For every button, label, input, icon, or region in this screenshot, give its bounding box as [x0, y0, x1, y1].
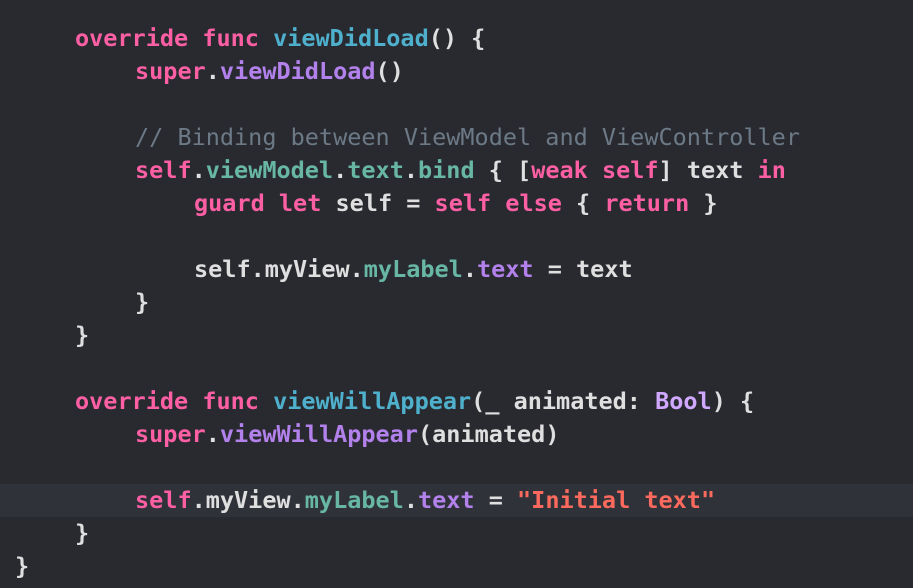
line-content: super.viewWillAppear(animated): [135, 418, 559, 451]
code-token-plain: }: [75, 519, 90, 547]
code-token-plain: .: [205, 420, 220, 448]
code-line-5[interactable]: self.viewModel.text.bind { [weak self] t…: [0, 154, 913, 187]
code-token-plain: () {: [428, 24, 486, 52]
line-content: override func viewDidLoad() {: [75, 22, 485, 55]
line-content: guard let self = self else { return }: [194, 187, 718, 220]
code-token-prop: myLabel: [363, 255, 463, 283]
code-token-prop: viewModel: [205, 156, 334, 184]
code-token-plain: }: [15, 552, 30, 580]
code-token-mem: viewDidLoad: [219, 57, 376, 85]
code-token-kw: override: [75, 24, 189, 52]
code-line-11[interactable]: [0, 352, 913, 385]
code-token-kw: super: [135, 420, 206, 448]
code-token-mem: text: [417, 486, 475, 514]
code-line-9[interactable]: }: [0, 286, 913, 319]
line-content: }: [15, 550, 29, 583]
code-token-kw: func: [202, 24, 259, 52]
code-token-plain: .: [403, 486, 418, 514]
code-line-4[interactable]: // Binding between ViewModel and ViewCon…: [0, 121, 913, 154]
code-token-kw: guard: [194, 189, 265, 217]
line-content: // Binding between ViewModel and ViewCon…: [135, 121, 800, 154]
code-token-prop: myLabel: [304, 486, 404, 514]
code-token-prop: text: [347, 156, 404, 184]
line-content: }: [75, 319, 89, 352]
code-token-kw: override: [75, 387, 189, 415]
code-token-plain: = text: [533, 255, 633, 283]
code-line-14[interactable]: [0, 451, 913, 484]
line-content: }: [75, 517, 89, 550]
code-line-1[interactable]: override func viewDidLoad() {: [0, 22, 913, 55]
code-token-plain: }: [75, 321, 90, 349]
code-token-kw: self: [135, 486, 192, 514]
code-token-str: "Initial text": [517, 486, 716, 514]
code-token-plain: .myView.: [191, 486, 305, 514]
line-content: self.viewModel.text.bind { [weak self] t…: [135, 154, 786, 187]
code-token-plain: .: [333, 156, 348, 184]
code-token-plain: ] text: [658, 156, 758, 184]
code-token-plain: (_ animated:: [471, 387, 656, 415]
code-token-plain: self =: [321, 189, 435, 217]
code-token-plain: .: [205, 57, 220, 85]
code-token-mem: viewWillAppear: [219, 420, 418, 448]
code-token-kw: super: [135, 57, 206, 85]
code-token-plain: }: [689, 189, 718, 217]
code-token-prop: bind: [418, 156, 475, 184]
line-content: self.myView.myLabel.text = "Initial text…: [135, 484, 715, 517]
code-editor[interactable]: override func viewDidLoad() { super.view…: [0, 0, 913, 588]
code-token-cmt: // Binding between ViewModel and ViewCon…: [135, 123, 800, 151]
code-line-12[interactable]: override func viewWillAppear(_ animated:…: [0, 385, 913, 418]
code-token-plain: .: [462, 255, 477, 283]
code-token-kw: weak: [531, 156, 588, 184]
code-token-kw: self: [434, 189, 492, 217]
code-token-plain: .: [191, 156, 206, 184]
code-line-10[interactable]: }: [0, 319, 913, 352]
line-content: self.myView.myLabel.text = text: [194, 253, 633, 286]
code-token-mem: text: [476, 255, 534, 283]
code-token-type: Bool: [655, 387, 712, 415]
code-line-3[interactable]: [0, 88, 913, 121]
code-token-kw: let: [278, 189, 322, 217]
line-content: override func viewWillAppear(_ animated:…: [75, 385, 754, 418]
code-token-plain: =: [474, 486, 518, 514]
code-token-kw: func: [202, 387, 259, 415]
code-token-kw: return: [604, 189, 690, 217]
line-content: }: [135, 286, 149, 319]
code-token-plain: {: [561, 189, 605, 217]
code-token-kw: else: [505, 189, 562, 217]
code-token-kw: self: [135, 156, 192, 184]
code-line-2[interactable]: super.viewDidLoad(): [0, 55, 913, 88]
code-token-fn: viewDidLoad: [273, 24, 429, 52]
code-line-6[interactable]: guard let self = self else { return }: [0, 187, 913, 220]
code-line-7[interactable]: [0, 220, 913, 253]
line-content: super.viewDidLoad(): [135, 55, 404, 88]
code-line-8[interactable]: self.myView.myLabel.text = text: [0, 253, 913, 286]
code-line-15[interactable]: self.myView.myLabel.text = "Initial text…: [0, 484, 913, 517]
code-token-plain: (): [375, 57, 404, 85]
code-line-16[interactable]: }: [0, 517, 913, 550]
code-token-plain: ) {: [711, 387, 755, 415]
code-token-plain: }: [135, 288, 150, 316]
code-token-plain: { [: [474, 156, 532, 184]
code-token-kw: self: [601, 156, 659, 184]
code-token-plain: .: [403, 156, 418, 184]
code-token-plain: self.myView.: [194, 255, 364, 283]
code-token-plain: (animated): [417, 420, 560, 448]
code-token-fn: viewWillAppear: [273, 387, 472, 415]
code-line-17[interactable]: }: [0, 550, 913, 583]
code-line-13[interactable]: super.viewWillAppear(animated): [0, 418, 913, 451]
code-token-kw: in: [757, 156, 786, 184]
